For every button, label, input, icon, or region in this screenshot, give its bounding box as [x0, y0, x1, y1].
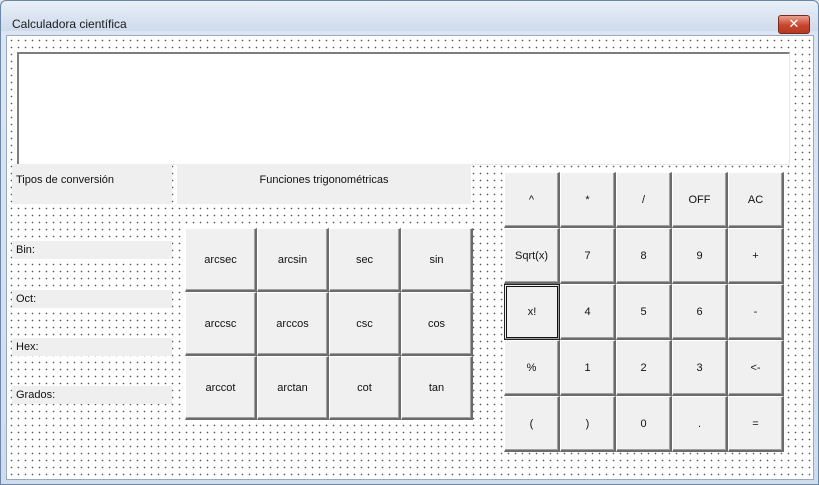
key-digit-0-button[interactable]: 0 — [616, 396, 672, 452]
form-client-area: Tipos de conversión Funciones trigonomét… — [6, 35, 814, 480]
key-digit-8-button[interactable]: 8 — [616, 228, 672, 284]
key-close-paren-button[interactable]: ) — [560, 396, 616, 452]
trig-button-arcsin[interactable]: arcsin — [257, 228, 329, 292]
trig-button-arctan[interactable]: arctan — [257, 356, 329, 420]
conversion-types-label: Tipos de conversión — [12, 164, 172, 204]
hex-label: Hex: — [12, 338, 172, 356]
key-factorial-button[interactable]: x! — [504, 284, 560, 340]
key-digit-3-button[interactable]: 3 — [672, 340, 728, 396]
key-divide-button[interactable]: / — [616, 172, 672, 228]
key-digit-9-button[interactable]: 9 — [672, 228, 728, 284]
title-bar[interactable]: Calculadora científica ✕ — [1, 1, 818, 34]
trig-button-cot[interactable]: cot — [329, 356, 401, 420]
trig-button-arcsec[interactable]: arcsec — [185, 228, 257, 292]
trig-button-tan[interactable]: tan — [401, 356, 473, 420]
trig-button-arccos[interactable]: arccos — [257, 292, 329, 356]
key-sqrt-button[interactable]: Sqrt(x) — [504, 228, 560, 284]
calculator-window: Calculadora científica ✕ Tipos de conver… — [0, 0, 819, 485]
close-button[interactable]: ✕ — [778, 15, 810, 34]
key-backspace-button[interactable]: <- — [728, 340, 784, 396]
key-digit-7-button[interactable]: 7 — [560, 228, 616, 284]
key-digit-4-button[interactable]: 4 — [560, 284, 616, 340]
trig-button-arccot[interactable]: arccot — [185, 356, 257, 420]
trig-button-sin[interactable]: sin — [401, 228, 473, 292]
key-off-button[interactable]: OFF — [672, 172, 728, 228]
key-minus-button[interactable]: - — [728, 284, 784, 340]
trig-button-arccsc[interactable]: arccsc — [185, 292, 257, 356]
close-icon: ✕ — [788, 16, 800, 31]
oct-label: Oct: — [12, 290, 172, 308]
key-all-clear-button[interactable]: AC — [728, 172, 784, 228]
bin-label: Bin: — [12, 241, 172, 259]
key-plus-button[interactable]: + — [728, 228, 784, 284]
key-open-paren-button[interactable]: ( — [504, 396, 560, 452]
key-decimal-button[interactable]: . — [672, 396, 728, 452]
key-digit-5-button[interactable]: 5 — [616, 284, 672, 340]
key-multiply-button[interactable]: * — [560, 172, 616, 228]
trig-button-cos[interactable]: cos — [401, 292, 473, 356]
key-digit-6-button[interactable]: 6 — [672, 284, 728, 340]
display-textbox[interactable] — [17, 52, 790, 165]
key-power-button[interactable]: ^ — [504, 172, 560, 228]
trig-button-sec[interactable]: sec — [329, 228, 401, 292]
key-digit-2-button[interactable]: 2 — [616, 340, 672, 396]
window-title: Calculadora científica — [12, 17, 127, 31]
key-digit-1-button[interactable]: 1 — [560, 340, 616, 396]
key-percent-button[interactable]: % — [504, 340, 560, 396]
trig-functions-label: Funciones trigonométricas — [177, 164, 471, 204]
grados-label: Grados: — [12, 386, 172, 404]
trig-button-csc[interactable]: csc — [329, 292, 401, 356]
key-equals-button[interactable]: = — [728, 396, 784, 452]
